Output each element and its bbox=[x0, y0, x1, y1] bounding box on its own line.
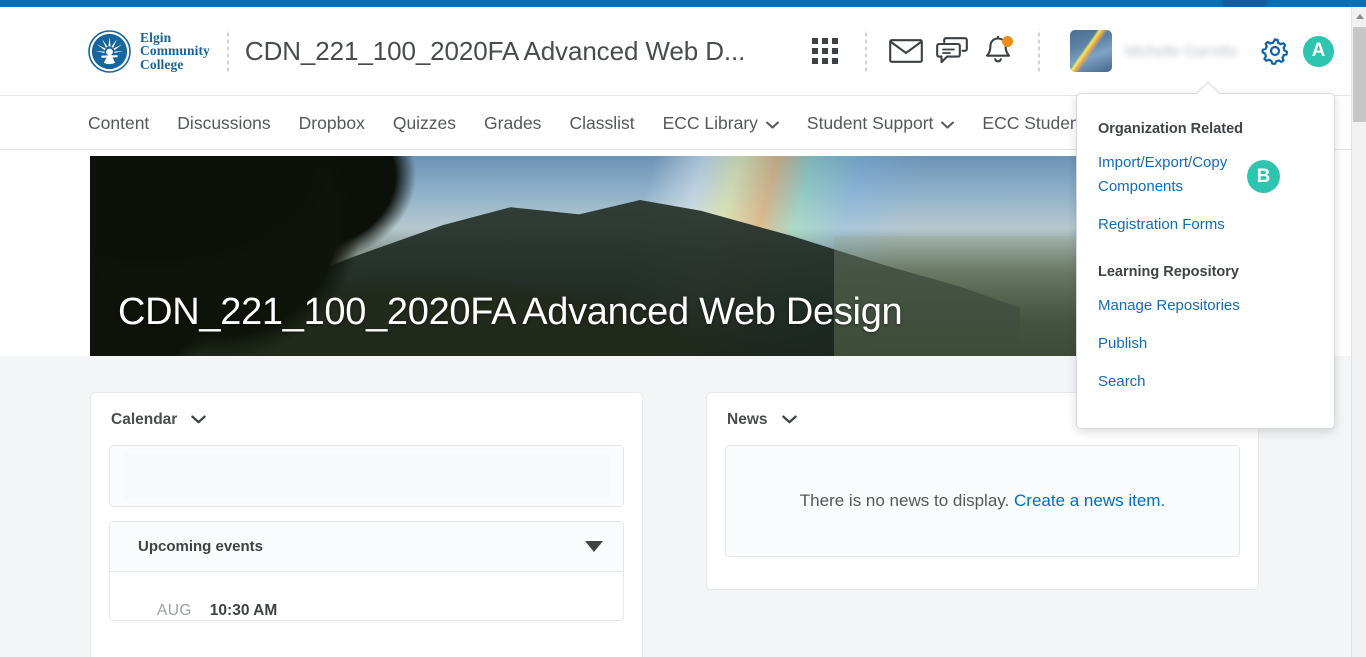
dropdown-link-manage-repositories[interactable]: Manage Repositories bbox=[1077, 294, 1334, 318]
nav-item-discussions[interactable]: Discussions bbox=[177, 113, 270, 134]
header-divider-2 bbox=[864, 28, 868, 74]
logo-line-2: Community bbox=[140, 43, 210, 59]
dropdown-link-import-export-copy-components[interactable]: Import/Export/Copy Components bbox=[1077, 151, 1334, 199]
nav-item-classlist[interactable]: Classlist bbox=[569, 113, 634, 134]
page-title: CDN_221_100_2020FA Advanced Web D... bbox=[244, 35, 746, 66]
browser-tab-indicator bbox=[1222, 0, 1267, 7]
chat-bubbles-icon[interactable] bbox=[929, 28, 975, 74]
institution-logo[interactable]: Elgin Community College bbox=[88, 29, 210, 73]
dropdown-link-search[interactable]: Search bbox=[1077, 370, 1334, 394]
nav-label: Content bbox=[88, 112, 150, 133]
scroll-up-arrow-icon[interactable] bbox=[1352, 9, 1366, 24]
dropdown-section-heading-organization: Organization Related bbox=[1098, 121, 1244, 137]
chevron-down-icon[interactable] bbox=[781, 411, 797, 429]
event-time: 10:30 AM bbox=[209, 602, 278, 619]
page-root: Elgin Community College CDN_221_100_2020… bbox=[0, 0, 1366, 657]
calendar-widget-header[interactable]: Calendar bbox=[91, 393, 642, 429]
nav-item-content[interactable]: Content bbox=[88, 113, 149, 134]
dropdown-section-heading-learning-repository: Learning Repository bbox=[1098, 264, 1239, 280]
header-divider bbox=[225, 28, 229, 74]
envelope-icon[interactable] bbox=[883, 28, 929, 74]
nav-label: Dropbox bbox=[298, 112, 365, 133]
bell-icon[interactable] bbox=[975, 28, 1021, 74]
event-month: AUG bbox=[157, 602, 192, 619]
nav-item-ecc-student[interactable]: ECC Student bbox=[982, 113, 1084, 134]
nav-item-dropbox[interactable]: Dropbox bbox=[299, 113, 365, 134]
browser-top-bar bbox=[0, 0, 1366, 7]
list-item[interactable]: AUG 10:30 AM bbox=[110, 572, 623, 620]
news-title: News bbox=[727, 411, 768, 428]
upcoming-events-header[interactable]: Upcoming events bbox=[110, 522, 623, 572]
nav-label: Classlist bbox=[569, 112, 635, 133]
banner-course-title: CDN_221_100_2020FA Advanced Web Design bbox=[118, 291, 903, 333]
nav-label: Grades bbox=[484, 112, 542, 133]
user-name-label: Michelle Garrelts bbox=[1124, 42, 1237, 60]
calendar-title: Calendar bbox=[111, 411, 178, 428]
header-divider-3 bbox=[1037, 28, 1041, 74]
logo-line-3: College bbox=[140, 56, 184, 72]
nav-label: ECC Student bbox=[982, 112, 1085, 133]
waffle-grid-icon[interactable] bbox=[802, 28, 848, 74]
ecc-torch-logo-icon bbox=[88, 29, 131, 73]
dropdown-link-publish[interactable]: Publish bbox=[1077, 332, 1334, 356]
nav-label: ECC Library bbox=[662, 112, 758, 133]
create-news-item-link[interactable]: Create a news item. bbox=[1014, 491, 1165, 511]
nav-label: Discussions bbox=[177, 112, 271, 133]
chevron-down-icon bbox=[765, 113, 779, 134]
header-icon-group: Michelle Garrelts A bbox=[802, 28, 1351, 74]
upcoming-events-title: Upcoming events bbox=[138, 538, 264, 555]
nav-item-student-support[interactable]: Student Support bbox=[806, 112, 955, 134]
logo-wordmark: Elgin Community College bbox=[140, 31, 210, 71]
waffle-grid-glyph bbox=[812, 38, 839, 64]
news-empty-text: There is no news to display. bbox=[799, 491, 1010, 510]
admin-tools-dropdown: Organization Related Import/Export/Copy … bbox=[1076, 81, 1335, 429]
nav-label: Student Support bbox=[806, 112, 934, 133]
nav-item-grades[interactable]: Grades bbox=[484, 113, 541, 134]
calendar-date-picker-field[interactable] bbox=[124, 454, 609, 498]
annotation-badge-b: B bbox=[1247, 160, 1280, 193]
calendar-widget: Calendar Upcoming events AUG 10:30 AM bbox=[90, 392, 643, 657]
page-scrollbar[interactable] bbox=[1351, 7, 1366, 657]
chevron-down-icon bbox=[941, 113, 955, 134]
dropdown-link-registration-forms[interactable]: Registration Forms bbox=[1077, 213, 1334, 237]
avatar[interactable] bbox=[1070, 30, 1113, 72]
annotation-badge-a: A bbox=[1303, 35, 1334, 67]
nav-label: Quizzes bbox=[392, 112, 457, 133]
upcoming-events-panel: Upcoming events AUG 10:30 AM bbox=[109, 521, 624, 621]
chevron-down-icon[interactable] bbox=[191, 411, 207, 429]
nav-item-ecc-library[interactable]: ECC Library bbox=[663, 113, 779, 134]
nav-item-quizzes[interactable]: Quizzes bbox=[393, 113, 456, 134]
site-header: Elgin Community College CDN_221_100_2020… bbox=[0, 7, 1351, 96]
news-empty-state: There is no news to display. Create a ne… bbox=[725, 445, 1240, 557]
gear-icon[interactable] bbox=[1255, 31, 1295, 71]
scrollbar-thumb[interactable] bbox=[1353, 27, 1366, 122]
triangle-down-icon[interactable] bbox=[585, 541, 603, 552]
calendar-date-picker[interactable] bbox=[109, 445, 624, 507]
